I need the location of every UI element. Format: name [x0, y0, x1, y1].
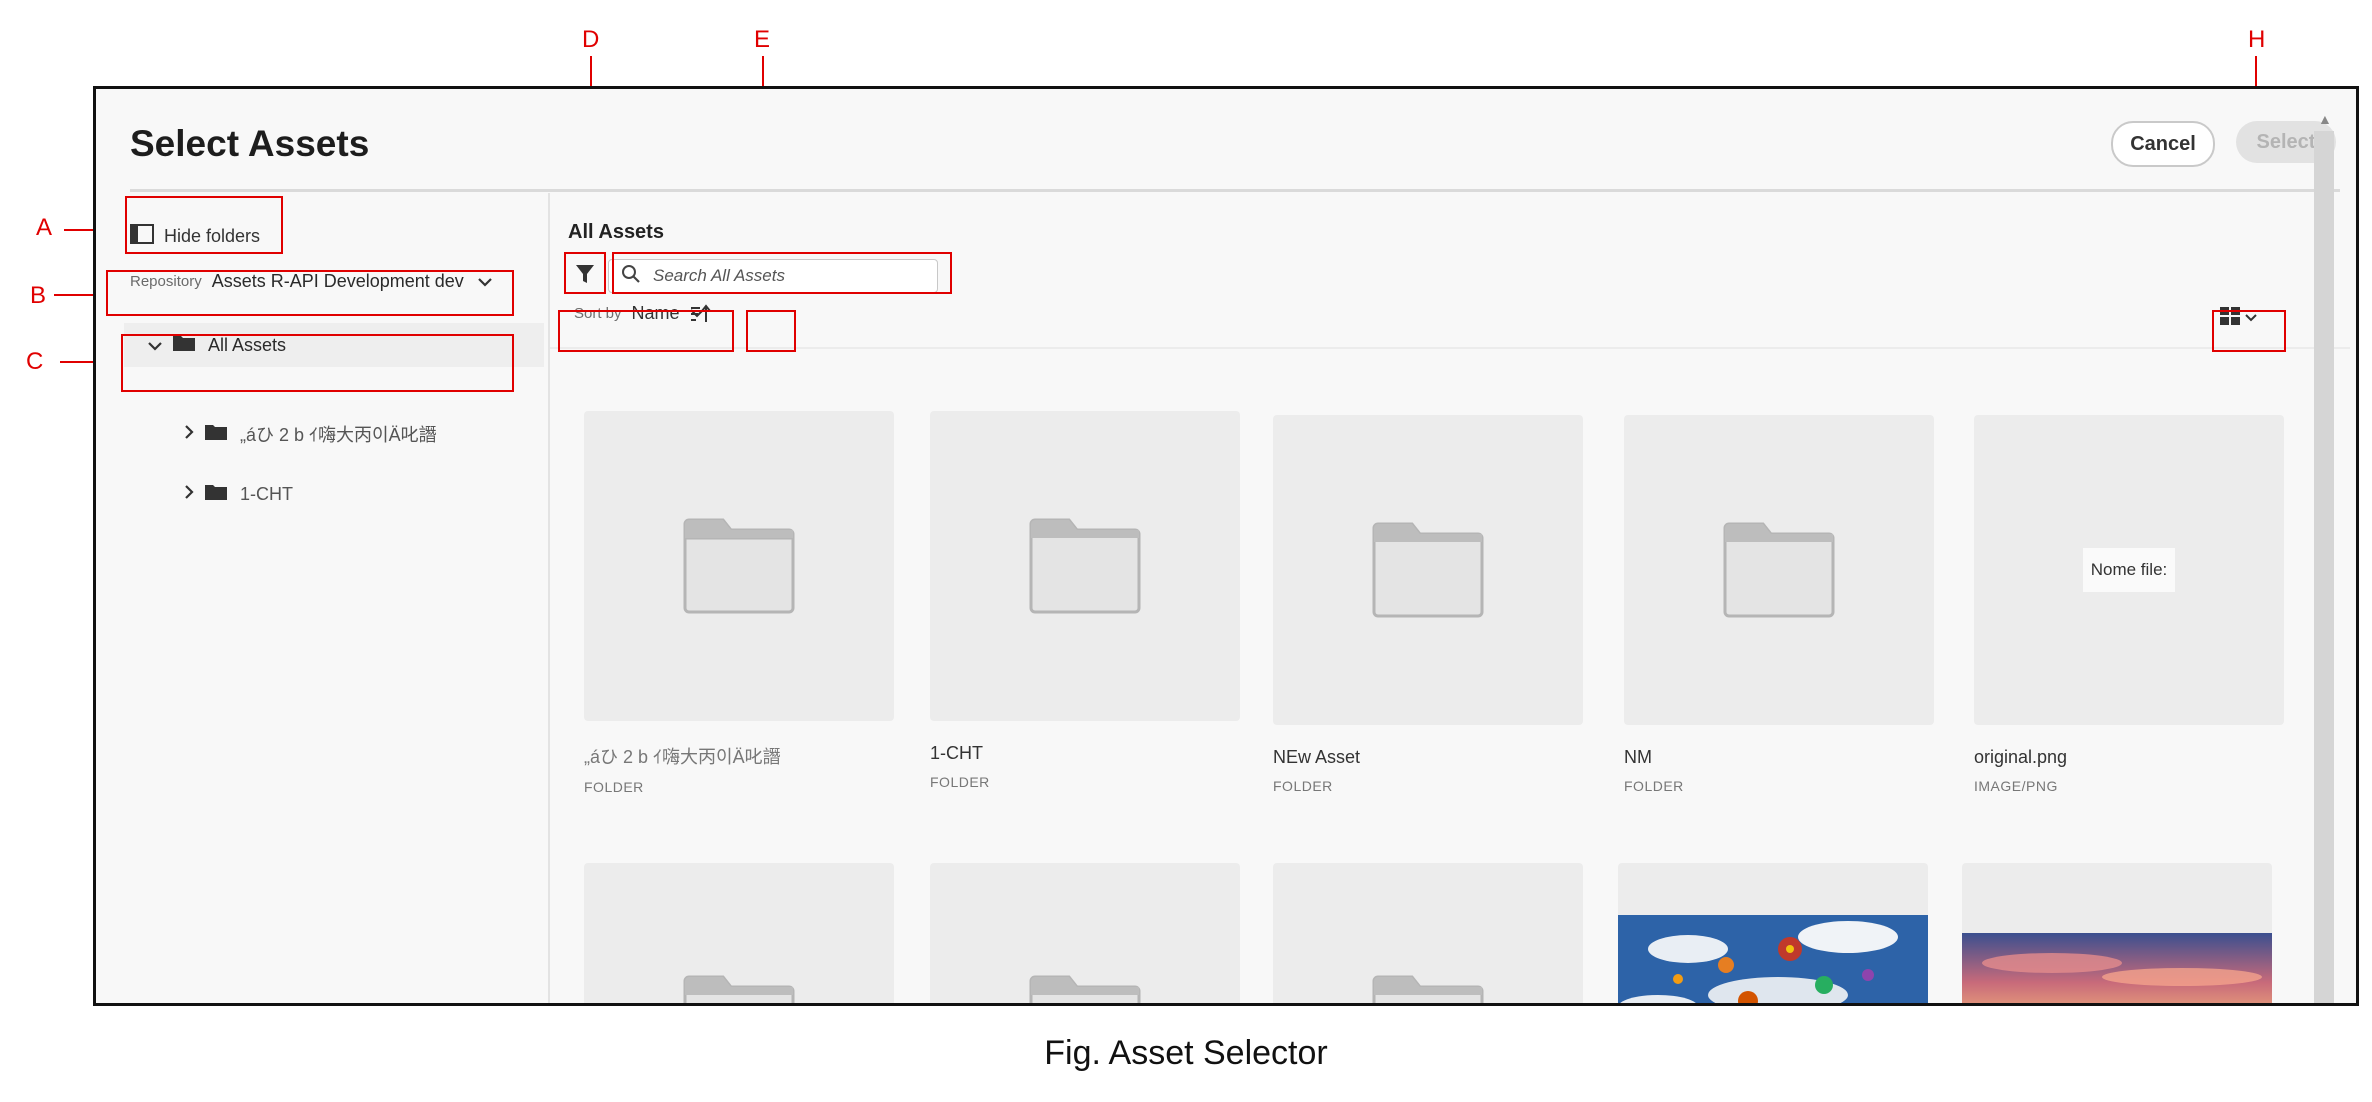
chevron-down-icon	[148, 335, 162, 356]
tree-item-all-assets[interactable]: All Assets	[124, 323, 544, 367]
search-icon	[621, 264, 641, 289]
folder-icon	[204, 483, 228, 506]
sunset-photo	[1962, 933, 2272, 1003]
grid-view-icon	[2219, 306, 2241, 331]
asset-card[interactable]	[1273, 863, 1583, 1003]
cancel-button[interactable]: Cancel	[2111, 121, 2215, 167]
asset-card[interactable]: „áひ 2 b ｲ嗨大丙이Ä叱譖 FOLDER	[584, 411, 894, 795]
asset-card[interactable]: Nome file: original.png IMAGE/PNG	[1974, 415, 2284, 794]
annotation-h: H	[2248, 26, 2266, 53]
annotation-c: C	[26, 348, 44, 375]
asset-name: original.png	[1974, 747, 2068, 767]
filter-icon	[575, 263, 595, 290]
repository-picker[interactable]: Repository Assets R-API Development dev	[130, 271, 492, 292]
asset-card[interactable]	[1618, 863, 1928, 1003]
annotation-b: B	[30, 282, 47, 309]
sort-by-picker[interactable]: Sort by Name	[574, 303, 704, 324]
balloons-photo	[1618, 915, 1928, 1003]
chevron-down-icon	[478, 271, 492, 292]
folder-icon	[1372, 522, 1484, 618]
asset-browser: All Assets Sort by Name	[550, 193, 2356, 1003]
asset-card[interactable]	[584, 863, 894, 1003]
annotation-d: D	[582, 26, 600, 53]
folder-icon	[1029, 975, 1141, 1003]
asset-thumbnail	[930, 411, 1240, 721]
sort-by-label: Sort by	[574, 305, 622, 322]
repository-label: Repository	[130, 273, 202, 290]
asset-type: FOLDER	[930, 774, 990, 790]
sort-order-icon	[690, 303, 712, 329]
folder-open-icon	[172, 334, 196, 357]
asset-thumbnail	[584, 411, 894, 721]
dialog-title: Select Assets	[130, 123, 370, 164]
filter-button[interactable]	[570, 259, 600, 293]
folder-icon	[204, 423, 228, 446]
scroll-up-arrow-icon[interactable]: ▲	[2318, 111, 2332, 127]
repository-value: Assets R-API Development dev	[211, 271, 464, 291]
asset-thumbnail: Nome file:	[1974, 415, 2284, 725]
sort-value: Name	[631, 303, 680, 323]
asset-name: NM	[1624, 747, 1652, 767]
asset-thumbnail	[1618, 863, 1928, 1003]
search-field[interactable]	[608, 259, 938, 293]
hide-folders-label: Hide folders	[164, 225, 261, 246]
tree-item-folder[interactable]: „áひ 2 b ｲ嗨大丙이Ä叱譖	[184, 421, 437, 447]
vertical-scrollbar[interactable]	[2314, 131, 2334, 1003]
header-divider	[130, 189, 2340, 192]
tree-item-label: „áひ 2 b ｲ嗨大丙이Ä叱譖	[240, 425, 437, 445]
asset-name: NEw Asset	[1273, 747, 1361, 767]
annotation-e: E	[754, 26, 771, 53]
asset-type: FOLDER	[1273, 778, 1333, 794]
folder-icon	[1723, 522, 1835, 618]
asset-thumbnail	[584, 863, 894, 1003]
asset-type: FOLDER	[584, 779, 644, 795]
folder-icon	[1029, 518, 1141, 614]
asset-thumbnail	[1624, 415, 1934, 725]
asset-card[interactable]: 1-CHT FOLDER	[930, 411, 1240, 790]
folder-icon	[1372, 975, 1484, 1003]
asset-card[interactable]: NM FOLDER	[1624, 415, 1934, 794]
panel-icon	[130, 223, 154, 249]
asset-thumbnail	[1273, 863, 1583, 1003]
hide-folders-button[interactable]: Hide folders	[130, 219, 262, 253]
tree-item-label: 1-CHT	[240, 484, 293, 504]
asset-card[interactable]: NEw Asset FOLDER	[1273, 415, 1583, 794]
asset-name: 1-CHT	[930, 743, 983, 763]
asset-card[interactable]	[1962, 863, 2272, 1003]
tree-item-label: All Assets	[208, 334, 287, 355]
folder-icon	[683, 518, 795, 614]
chevron-right-icon	[184, 424, 204, 444]
location-heading: All Assets	[568, 221, 664, 243]
sort-order-button[interactable]	[686, 301, 716, 331]
asset-card[interactable]	[930, 863, 1240, 1003]
preview-label: Nome file:	[2082, 548, 2176, 592]
annotation-a: A	[36, 214, 53, 241]
chevron-down-icon	[2245, 309, 2257, 327]
asset-type: IMAGE/PNG	[1974, 778, 2058, 794]
asset-selector-dialog: Select Assets Cancel Select Hide folders…	[93, 86, 2359, 1006]
view-toggle-button[interactable]	[2213, 301, 2263, 335]
tree-item-folder[interactable]: 1-CHT	[184, 483, 293, 506]
toolbar-divider	[550, 347, 2350, 349]
chevron-right-icon	[184, 485, 204, 504]
asset-thumbnail	[1273, 415, 1583, 725]
asset-thumbnail	[930, 863, 1240, 1003]
asset-type: FOLDER	[1624, 778, 1684, 794]
folder-sidebar: Hide folders Repository Assets R-API Dev…	[96, 193, 550, 1003]
figure-caption: Fig. Asset Selector	[1044, 1034, 1328, 1072]
folder-icon	[683, 975, 795, 1003]
asset-name: „áひ 2 b ｲ嗨大丙이Ä叱譖	[584, 747, 781, 767]
search-input[interactable]	[651, 265, 915, 287]
asset-thumbnail	[1962, 863, 2272, 1003]
